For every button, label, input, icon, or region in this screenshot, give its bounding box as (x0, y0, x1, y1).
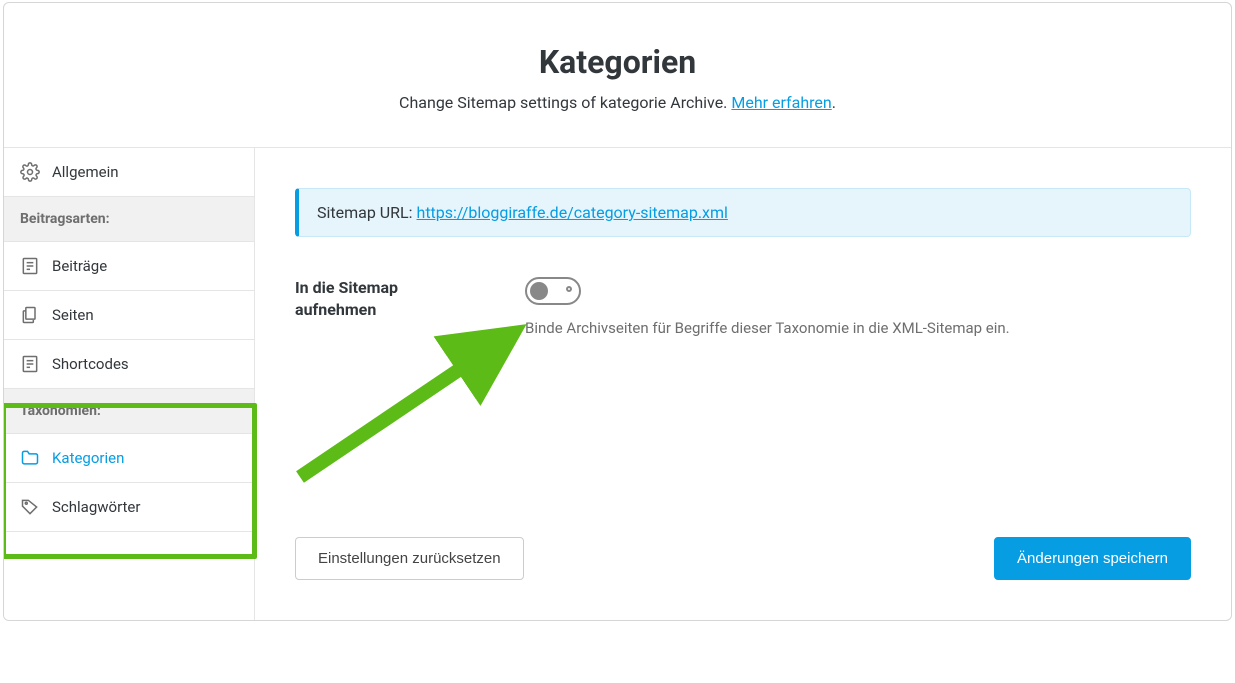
notice-prefix: Sitemap URL: (317, 203, 417, 222)
sidebar-item-general[interactable]: Allgemein (4, 148, 254, 197)
learn-more-link[interactable]: Mehr erfahren (731, 93, 831, 112)
sidebar-item-label: Shortcodes (52, 355, 129, 373)
save-button[interactable]: Änderungen speichern (994, 537, 1191, 580)
content-area: Sitemap URL: https://bloggiraffe.de/cate… (255, 148, 1231, 620)
field-help-text: Binde Archivseiten für Begriffe dieser T… (525, 319, 1191, 337)
sidebar-item-posts[interactable]: Beiträge (4, 242, 254, 291)
sidebar-item-pages[interactable]: Seiten (4, 291, 254, 340)
sidebar-item-label: Kategorien (52, 449, 124, 467)
sidebar: Allgemein Beitragsarten: Beiträge (4, 148, 255, 620)
gear-icon (20, 162, 40, 182)
field-include-sitemap: In die Sitemap aufnehmen Binde Archivsei… (295, 277, 1191, 337)
page-subtitle: Change Sitemap settings of kategorie Arc… (24, 93, 1211, 112)
document-icon (20, 354, 40, 374)
pages-icon (20, 305, 40, 325)
page-title: Kategorien (24, 43, 1211, 81)
sidebar-heading-posttypes: Beitragsarten: (4, 197, 254, 242)
subtitle-text: Change Sitemap settings of kategorie Arc… (399, 93, 731, 112)
toggle-off-indicator (566, 286, 572, 292)
sidebar-item-shortcodes[interactable]: Shortcodes (4, 340, 254, 389)
sidebar-heading-taxonomies: Taxonomien: (4, 389, 254, 434)
sidebar-item-label: Seiten (52, 306, 94, 324)
field-label: In die Sitemap aufnehmen (295, 277, 465, 320)
sitemap-url-notice: Sitemap URL: https://bloggiraffe.de/cate… (295, 188, 1191, 237)
panel-header: Kategorien Change Sitemap settings of ka… (4, 3, 1231, 148)
sidebar-item-label: Schlagwörter (52, 498, 140, 516)
sidebar-item-label: Beiträge (52, 257, 107, 275)
sitemap-url-link[interactable]: https://bloggiraffe.de/category-sitemap.… (417, 203, 728, 222)
panel-body: Allgemein Beitragsarten: Beiträge (4, 148, 1231, 620)
include-sitemap-toggle[interactable] (525, 277, 581, 305)
folder-icon (20, 448, 40, 468)
sidebar-item-tags[interactable]: Schlagwörter (4, 483, 254, 532)
sidebar-item-categories[interactable]: Kategorien (4, 434, 254, 483)
subtitle-suffix: . (832, 93, 836, 112)
field-body: Binde Archivseiten für Begriffe dieser T… (525, 277, 1191, 337)
toggle-knob (530, 282, 548, 300)
sidebar-item-label: Allgemein (52, 163, 119, 181)
content-footer: Einstellungen zurücksetzen Änderungen sp… (295, 537, 1191, 580)
document-icon (20, 256, 40, 276)
reset-button[interactable]: Einstellungen zurücksetzen (295, 537, 524, 580)
tag-icon (20, 497, 40, 517)
settings-panel: Kategorien Change Sitemap settings of ka… (3, 2, 1232, 621)
